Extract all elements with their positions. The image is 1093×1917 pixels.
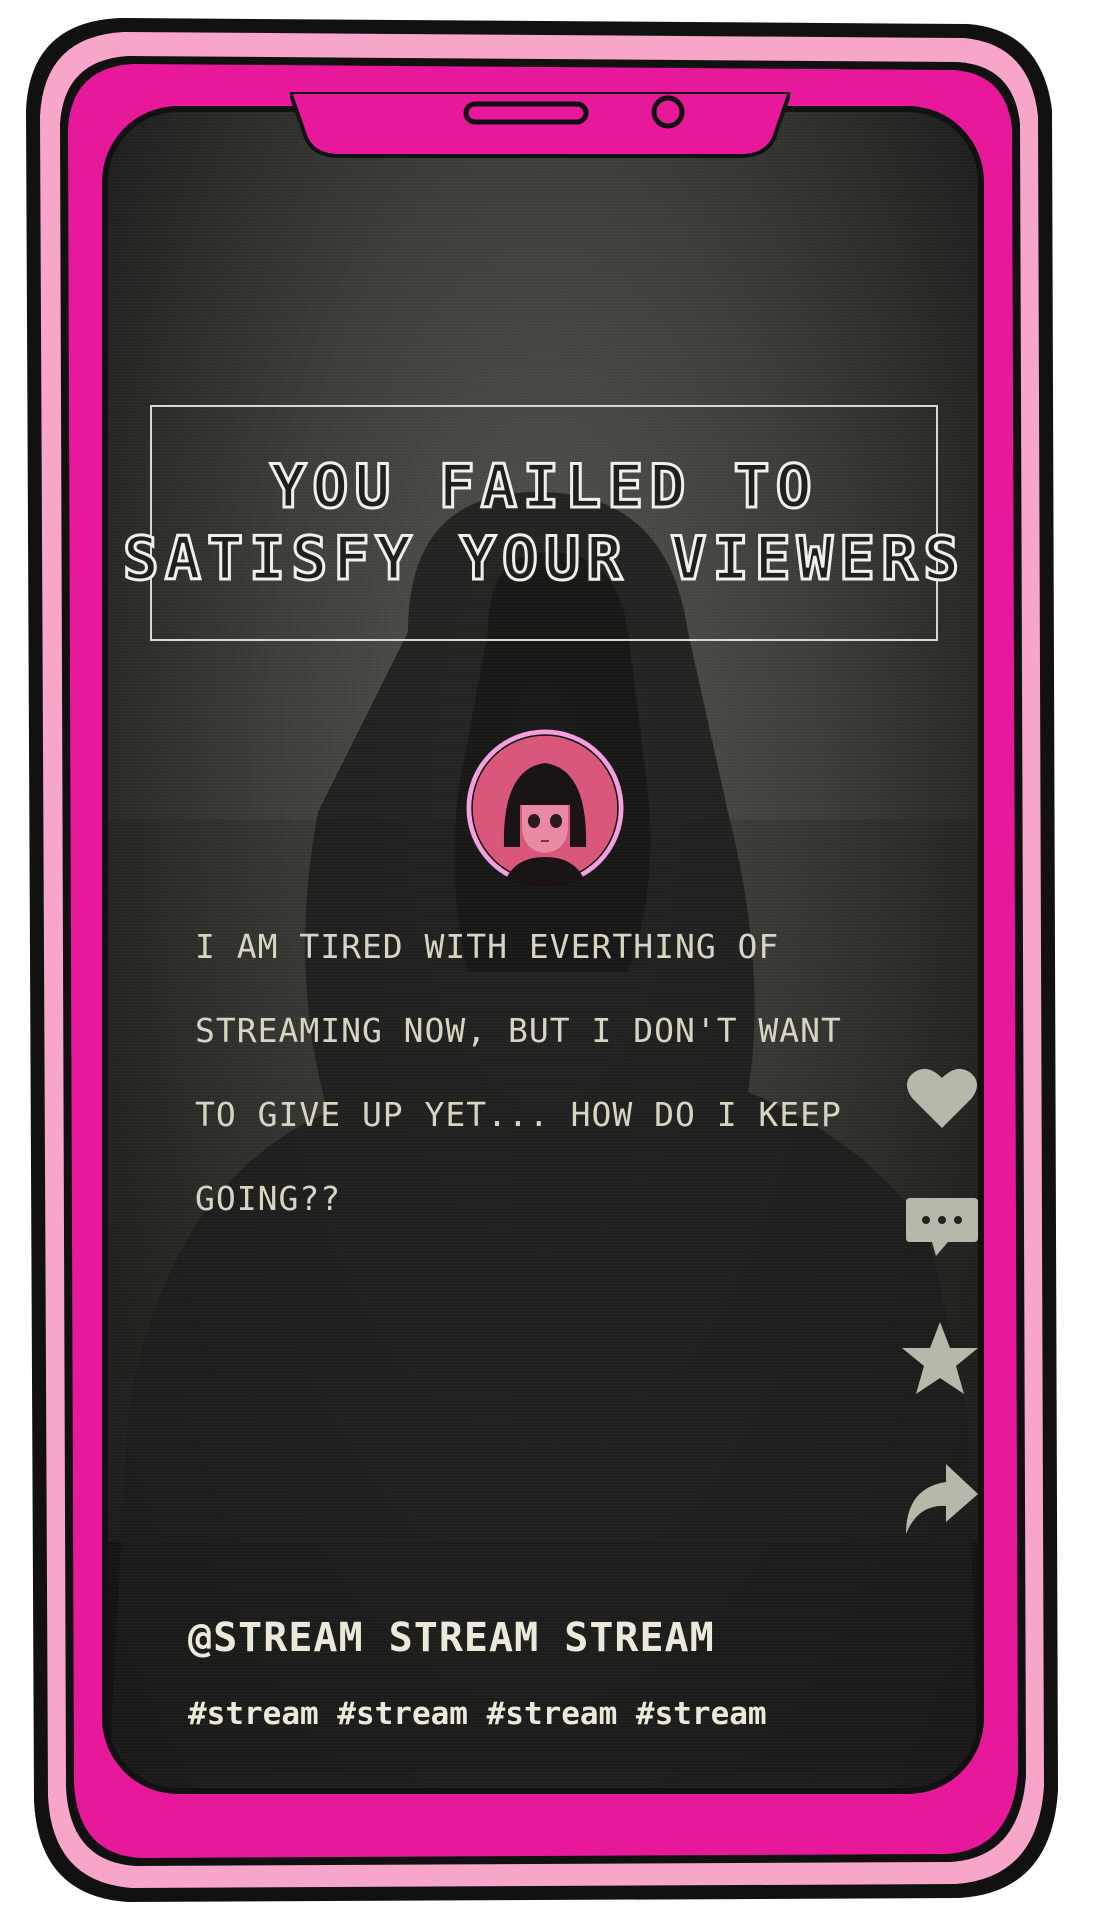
comment-icon[interactable] xyxy=(902,1190,982,1270)
hashtags[interactable]: #stream #stream #stream #stream xyxy=(188,1696,767,1732)
game-screen: YOU FAILED TO SATISFY YOUR VIEWERS I AM … xyxy=(0,0,1093,1917)
star-icon[interactable] xyxy=(900,1318,980,1398)
avatar[interactable] xyxy=(466,729,624,887)
heart-icon[interactable] xyxy=(902,1058,982,1138)
banner-line-1: YOU FAILED TO xyxy=(269,451,818,524)
banner-line-2: SATISFY YOUR VIEWERS xyxy=(121,523,966,596)
streamer-handle[interactable]: @STREAM STREAM STREAM xyxy=(188,1615,715,1661)
post-message: I AM TIRED WITH EVERTHING OF STREAMING N… xyxy=(195,927,842,1218)
share-icon[interactable] xyxy=(900,1458,980,1538)
game-over-banner: YOU FAILED TO SATISFY YOUR VIEWERS xyxy=(121,405,961,641)
phone-notch xyxy=(290,92,790,158)
